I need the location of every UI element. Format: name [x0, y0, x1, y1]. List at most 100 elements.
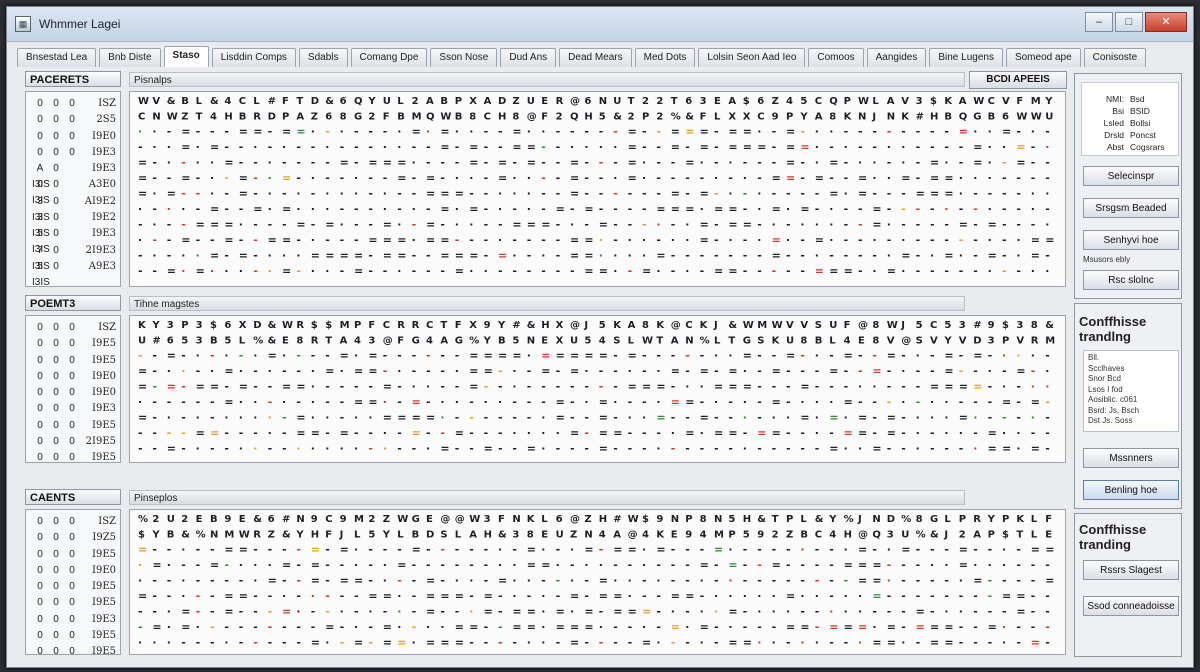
tab-10[interactable]: Lolsin Seon Aad Ieo [698, 48, 806, 67]
tab-0[interactable]: Bnsestad Lea [17, 48, 97, 67]
tab-13[interactable]: Bine Lugens [929, 48, 1003, 67]
tab-9[interactable]: Med Dots [634, 48, 696, 67]
svg-text:=: = [512, 621, 521, 634]
tab-12[interactable]: Aangides [866, 48, 927, 67]
section-label[interactable]: CAENTS [25, 489, 121, 505]
svg-text:=: = [944, 172, 953, 185]
list-item[interactable]: 0 0 0 I9E5 [26, 353, 120, 369]
trending-list-item[interactable]: Bsrd: Js. Bsch [1088, 406, 1174, 417]
svg-text:=: = [901, 543, 910, 556]
svg-text:-: - [844, 125, 849, 138]
symbol-button[interactable]: Senhyvi hoe [1083, 230, 1179, 250]
section-label[interactable]: PACERETS [25, 71, 121, 87]
svg-text:G: G [743, 336, 751, 347]
list-item[interactable]: 0 0 0 I9E5 [26, 450, 120, 466]
trending-list[interactable]: Bll. Scclhaves Snor Bcd Lsos I fod Aosiblic.… [1083, 350, 1179, 432]
list-item[interactable]: 0 0 0 I9E5 [26, 628, 120, 644]
section-label[interactable]: POEMT3 [25, 295, 121, 311]
trending-list-item[interactable]: Dst Js. Soss [1088, 416, 1174, 427]
reset-suggest-button[interactable]: Rssrs Slagest [1083, 560, 1179, 580]
svg-text:·: · [613, 396, 617, 409]
tab-1[interactable]: Bnb Diste [99, 48, 161, 67]
measures-button[interactable]: Mssnners [1083, 448, 1179, 468]
section-action-button[interactable]: BCDI APEEIS [969, 71, 1067, 89]
svg-text:-: - [656, 187, 661, 200]
list-item[interactable]: 0 0 0 2S5 [26, 112, 120, 128]
banding-button[interactable]: Benling hoe [1083, 480, 1179, 500]
list-item[interactable]: 0 0 0 I9E0 [26, 129, 120, 145]
svg-text:=: = [858, 172, 867, 185]
svg-text:=: = [944, 380, 953, 393]
list-item[interactable]: 0 0 0 I9E5 [26, 644, 120, 660]
svg-text:-: - [671, 172, 676, 185]
list-item[interactable]: 0 0 0 ISZ [26, 320, 120, 336]
tab-7[interactable]: Dud Ans [500, 48, 557, 67]
list-item[interactable]: 0 0 0 I9E5 [26, 547, 120, 563]
svg-text:·: · [210, 172, 214, 185]
svg-text:=: = [930, 156, 939, 169]
list-item[interactable]: 0 0 0 I9E5 [26, 418, 120, 434]
segment-button[interactable]: Srsgsm Beaded [1083, 198, 1179, 218]
list-item[interactable]: 0 I3IS 0 A3E0 [26, 177, 120, 206]
tab-11[interactable]: Comoos [808, 48, 864, 67]
glyph-grid[interactable]: W V & B L & 4 C L # F T D & 6 Q Y U L 2 A B P X A D Z U E R @6 N U T 2 2 T 6 3… [129, 91, 1066, 287]
tab-6[interactable]: Sson Nose [430, 48, 498, 67]
trending-list-item[interactable]: Bll. [1088, 353, 1174, 364]
svg-text:-: - [916, 234, 921, 247]
svg-text:-: - [268, 621, 273, 634]
glyph-grid[interactable]: % 2 U 2 E B 9 E & 6 # N 9 C 9 M 2 Z W G E @ @ W 3 F N K L 6 @ Z H # W $9 N P 8… [129, 509, 1066, 655]
svg-text:W: W [440, 112, 451, 123]
list-item[interactable]: 7 I3IS 0 2I9E3 [26, 243, 120, 272]
svg-text:-: - [930, 141, 935, 154]
tab-4[interactable]: Sdabls [298, 48, 348, 67]
list-item[interactable]: 0 0 0 I9Z5 [26, 530, 120, 546]
svg-text:-: - [469, 590, 474, 603]
list-item[interactable]: 3 I3IS 0 I9E2 [26, 210, 120, 239]
list-item[interactable]: 5 I3IS 0 A9E3 [26, 259, 120, 288]
tab-14[interactable]: Someod ape [1005, 48, 1081, 67]
list-item[interactable]: 0 0 0 I9E3 [26, 612, 120, 628]
list-item[interactable]: A I3IS 0 I9E3 [26, 161, 120, 190]
svg-text:-: - [498, 218, 503, 231]
list-item[interactable]: 0 0 0 I9E5 [26, 336, 120, 352]
list-cell: 0 [53, 387, 59, 399]
svg-text:=: = [858, 559, 867, 572]
select-button[interactable]: Selecinspr [1083, 166, 1179, 186]
svg-text:-: - [916, 125, 921, 138]
glyph-grid[interactable]: K Y 3 P 3 $6 X D & W R $ $ M P F C R R C T F X 9 Y # & H X @ J 5 K A 8 K @ C K… [129, 315, 1066, 463]
list-item[interactable]: 5 I3IS 0 I9E3 [26, 226, 120, 255]
minimize-button[interactable]: – [1085, 12, 1113, 32]
title-bar[interactable]: ▦ Whmmer Lagei – □ ✕ [7, 7, 1193, 42]
tab-3[interactable]: Lisddin Comps [211, 48, 296, 67]
list-item[interactable]: 0 0 0 I9E5 [26, 595, 120, 611]
trending-list-item[interactable]: Scclhaves [1088, 364, 1174, 375]
svg-text:=: = [412, 427, 421, 440]
svg-text:#: # [268, 96, 276, 107]
svg-text:=: = [1031, 234, 1040, 247]
trending-list-item[interactable]: Lsos I fod [1088, 385, 1174, 396]
list-item[interactable]: 3 I3IS 0 AI9E2 [26, 194, 120, 223]
list-item[interactable]: 0 0 0 I9E0 [26, 563, 120, 579]
list-item[interactable]: 0 0 0 ISZ [26, 514, 120, 530]
tab-2[interactable]: Staso [163, 46, 209, 67]
svg-text:-: - [325, 125, 330, 138]
tab-5[interactable]: Comang Dpe [350, 48, 428, 67]
svg-text:-: - [455, 234, 460, 247]
list-item[interactable]: 0 0 0 I9E3 [26, 401, 120, 417]
maximize-button[interactable]: □ [1115, 12, 1143, 32]
list-item[interactable]: 0 0 0 I9E0 [26, 385, 120, 401]
list-item[interactable]: 0 0 0 ISZ [26, 96, 120, 112]
svg-text:·: · [887, 172, 891, 185]
list-item[interactable]: 0 0 0 2I9E5 [26, 434, 120, 450]
tab-15[interactable]: Conisoste [1083, 48, 1147, 67]
tab-8[interactable]: Dead Mears [559, 48, 632, 67]
close-button[interactable]: ✕ [1145, 12, 1187, 32]
trending-list-item[interactable]: Snor Bcd [1088, 374, 1174, 385]
svg-text:-: - [959, 141, 964, 154]
reset-button[interactable]: Rsc slolnc [1083, 270, 1179, 290]
connection-button[interactable]: Ssod conneadoisse [1083, 596, 1179, 616]
list-item[interactable]: 0 0 0 I9E0 [26, 369, 120, 385]
trending-list-item[interactable]: Aosiblic. c061 [1088, 395, 1174, 406]
list-item[interactable]: 0 0 0 I9E3 [26, 145, 120, 161]
list-item[interactable]: 0 0 0 I9E5 [26, 579, 120, 595]
